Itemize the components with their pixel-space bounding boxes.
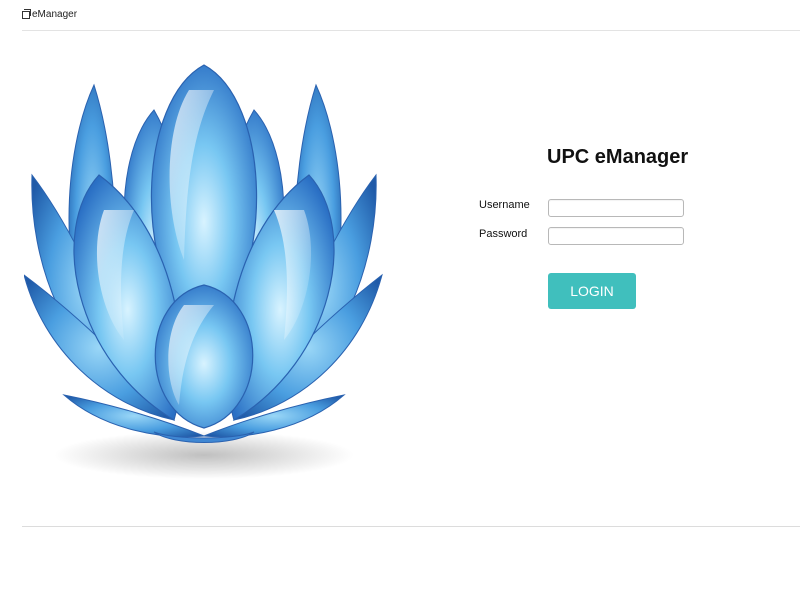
window-title: eManager	[32, 9, 78, 20]
login-button[interactable]: LOGIN	[548, 273, 636, 309]
top-divider	[22, 30, 800, 31]
password-label: Password	[479, 228, 528, 240]
upc-lotus-logo	[23, 60, 384, 480]
username-input[interactable]	[548, 199, 684, 217]
username-label: Username	[479, 199, 530, 211]
window-icon	[22, 8, 31, 19]
password-input[interactable]	[548, 227, 684, 245]
bottom-divider	[22, 526, 800, 527]
login-page: eManager UPC eManager Username Password …	[0, 0, 800, 600]
window-titlebar: eManager	[22, 8, 78, 20]
page-title: UPC eManager	[547, 146, 689, 168]
